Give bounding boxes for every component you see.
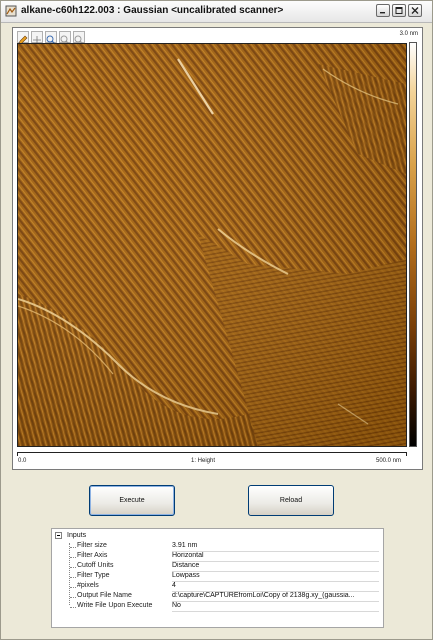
- afm-height-image[interactable]: [17, 43, 407, 447]
- zoom-in-icon[interactable]: [45, 31, 57, 45]
- prop-value[interactable]: 3.91 nm: [172, 542, 379, 552]
- prop-label: Output File Name: [77, 592, 132, 599]
- x-axis-line: [17, 452, 407, 453]
- scale-max-label: 3.0 nm: [399, 31, 418, 37]
- maximize-icon: [395, 7, 403, 14]
- prop-row-cutoff-units[interactable]: Cutoff Units Distance: [52, 562, 383, 572]
- prop-label: #pixels: [77, 582, 99, 589]
- maximize-button[interactable]: [392, 4, 406, 17]
- height-colorbar: [409, 42, 417, 447]
- tree-branch: [70, 587, 76, 588]
- image-panel: 3.0 nm 0.0 1: Height 500.0 nm: [12, 27, 423, 470]
- crosshair-icon[interactable]: [31, 31, 43, 44]
- prop-row-filter-size[interactable]: Filter size 3.91 nm: [52, 542, 383, 552]
- axis-title-label: 1: Height: [191, 458, 216, 464]
- inputs-property-grid: Inputs Filter size 3.91 nm Filter Axis H…: [51, 528, 384, 628]
- tree-branch: [70, 597, 76, 598]
- axis-end-label: 500.0 nm: [376, 458, 402, 464]
- window-title: alkane-c60h122.003 : Gaussian <uncalibra…: [21, 5, 284, 16]
- prop-value[interactable]: Lowpass: [172, 572, 379, 582]
- prop-value[interactable]: 4: [172, 582, 379, 592]
- execute-button[interactable]: Execute: [89, 485, 175, 516]
- prop-value[interactable]: Distance: [172, 562, 379, 572]
- tree-branch: [70, 607, 76, 608]
- minimize-button[interactable]: [376, 4, 390, 17]
- prop-row-output-file-name[interactable]: Output File Name d:\capture\CAPTUREfromL…: [52, 592, 383, 602]
- app-icon: [5, 5, 17, 17]
- prop-row-pixels[interactable]: #pixels 4: [52, 582, 383, 592]
- prop-label: Filter size: [77, 542, 107, 549]
- zoom-out-icon[interactable]: [59, 31, 71, 45]
- prop-value[interactable]: Horizontal: [172, 552, 379, 562]
- close-button[interactable]: [408, 4, 422, 17]
- tree-branch: [70, 577, 76, 578]
- title-bar[interactable]: alkane-c60h122.003 : Gaussian <uncalibra…: [1, 1, 432, 23]
- tree-branch: [70, 567, 76, 568]
- prop-label: Cutoff Units: [77, 562, 114, 569]
- prop-label: Filter Type: [77, 572, 110, 579]
- prop-label: Write File Upon Execute: [77, 602, 153, 609]
- prop-value[interactable]: No: [172, 602, 379, 612]
- application-window: alkane-c60h122.003 : Gaussian <uncalibra…: [0, 0, 433, 640]
- tree-branch: [70, 557, 76, 558]
- prop-row-filter-type[interactable]: Filter Type Lowpass: [52, 572, 383, 582]
- pencil-icon[interactable]: [17, 31, 29, 45]
- zoom-reset-icon[interactable]: [73, 31, 85, 45]
- reload-button[interactable]: Reload: [248, 485, 334, 516]
- x-axis-tick: [406, 452, 407, 456]
- inputs-header: Inputs: [67, 532, 87, 539]
- prop-row-filter-axis[interactable]: Filter Axis Horizontal: [52, 552, 383, 562]
- prop-value[interactable]: d:\capture\CAPTUREfromLoi\Copy of 2138g.…: [172, 592, 379, 602]
- x-axis-tick: [17, 452, 18, 456]
- axis-start-label: 0.0: [18, 458, 27, 464]
- collapse-icon[interactable]: [55, 532, 62, 539]
- prop-label: Filter Axis: [77, 552, 108, 559]
- prop-row-write-file[interactable]: Write File Upon Execute No: [52, 602, 383, 612]
- minimize-icon: [380, 12, 385, 14]
- tree-branch: [70, 547, 76, 548]
- close-icon: [411, 7, 419, 14]
